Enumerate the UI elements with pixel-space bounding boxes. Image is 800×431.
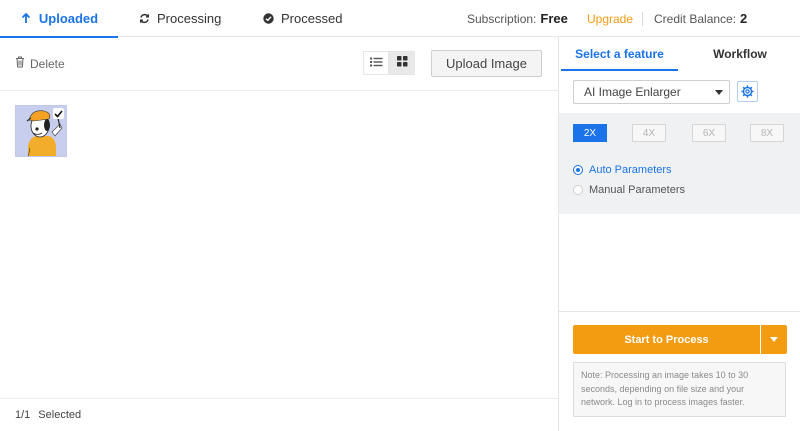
process-options-button[interactable] [761, 325, 787, 354]
grid-view-button[interactable] [389, 51, 415, 75]
tab-uploaded-label: Uploaded [38, 11, 99, 26]
image-toolbar: Delete Upload Image [0, 37, 558, 91]
trash-icon [15, 56, 25, 71]
chevron-down-icon [770, 337, 778, 342]
start-process-button[interactable]: Start to Process [573, 325, 760, 354]
top-bar: Uploaded Processing Processed Subscripti… [0, 0, 800, 38]
chevron-down-icon [715, 90, 723, 95]
subscription-info: Subscription: Free [467, 0, 568, 37]
subscription-label: Subscription: [467, 11, 537, 26]
tab-processing-label: Processing [157, 11, 222, 26]
auto-parameters-radio[interactable]: Auto Parameters [573, 164, 672, 176]
selection-count: 1/1 [15, 409, 31, 421]
tab-processed[interactable]: Processed [262, 0, 342, 37]
panel-divider [558, 37, 559, 431]
view-toggle [363, 51, 415, 75]
list-icon [369, 56, 383, 70]
delete-button[interactable]: Delete [15, 56, 65, 71]
manual-parameters-label: Manual Parameters [589, 184, 685, 196]
check-icon [54, 109, 63, 118]
scale-2x-button[interactable]: 2X [573, 124, 607, 142]
scale-4x-button[interactable]: 4X [632, 124, 666, 142]
gear-icon [741, 85, 754, 98]
tab-processed-label: Processed [281, 11, 343, 26]
tab-processing[interactable]: Processing [138, 0, 221, 37]
arrow-up-icon [20, 13, 32, 25]
credit-value: 2 [740, 11, 748, 26]
grid-icon [396, 56, 408, 70]
image-thumbnail[interactable] [15, 105, 67, 157]
selected-checkbox[interactable] [53, 108, 64, 119]
panel-section-divider [559, 311, 800, 312]
scale-6x-button[interactable]: 6X [692, 124, 726, 142]
credit-balance: Credit Balance: 2 [654, 0, 747, 37]
radio-dot [573, 165, 583, 175]
delete-label: Delete [30, 56, 65, 71]
upgrade-link[interactable]: Upgrade [587, 0, 633, 37]
parameters-section: 2X 4X 6X 8X Auto Parameters Manual Param… [559, 113, 800, 214]
feature-select-value: AI Image Enlarger [584, 85, 681, 99]
selection-footer: 1/1 Selected [0, 398, 558, 431]
sync-icon [138, 13, 150, 25]
auto-parameters-label: Auto Parameters [589, 164, 672, 176]
check-circle-icon [262, 13, 274, 25]
tab-uploaded[interactable]: Uploaded [0, 0, 118, 38]
list-view-button[interactable] [363, 51, 389, 75]
manual-parameters-radio[interactable]: Manual Parameters [573, 184, 685, 196]
tab-select-feature[interactable]: Select a feature [559, 37, 680, 71]
header-divider [642, 12, 643, 26]
feature-select[interactable]: AI Image Enlarger [573, 80, 730, 104]
feature-settings-button[interactable] [737, 81, 758, 102]
tab-workflow[interactable]: Workflow [680, 37, 800, 71]
feature-panel-tabs: Select a feature Workflow [559, 37, 800, 71]
subscription-value: Free [540, 11, 568, 26]
upload-image-button[interactable]: Upload Image [431, 50, 542, 77]
scale-8x-button[interactable]: 8X [750, 124, 784, 142]
processing-note: Note: Processing an image takes 10 to 30… [573, 362, 786, 417]
credit-label: Credit Balance: [654, 11, 737, 26]
radio-dot [573, 185, 583, 195]
selection-label: Selected [38, 409, 82, 421]
